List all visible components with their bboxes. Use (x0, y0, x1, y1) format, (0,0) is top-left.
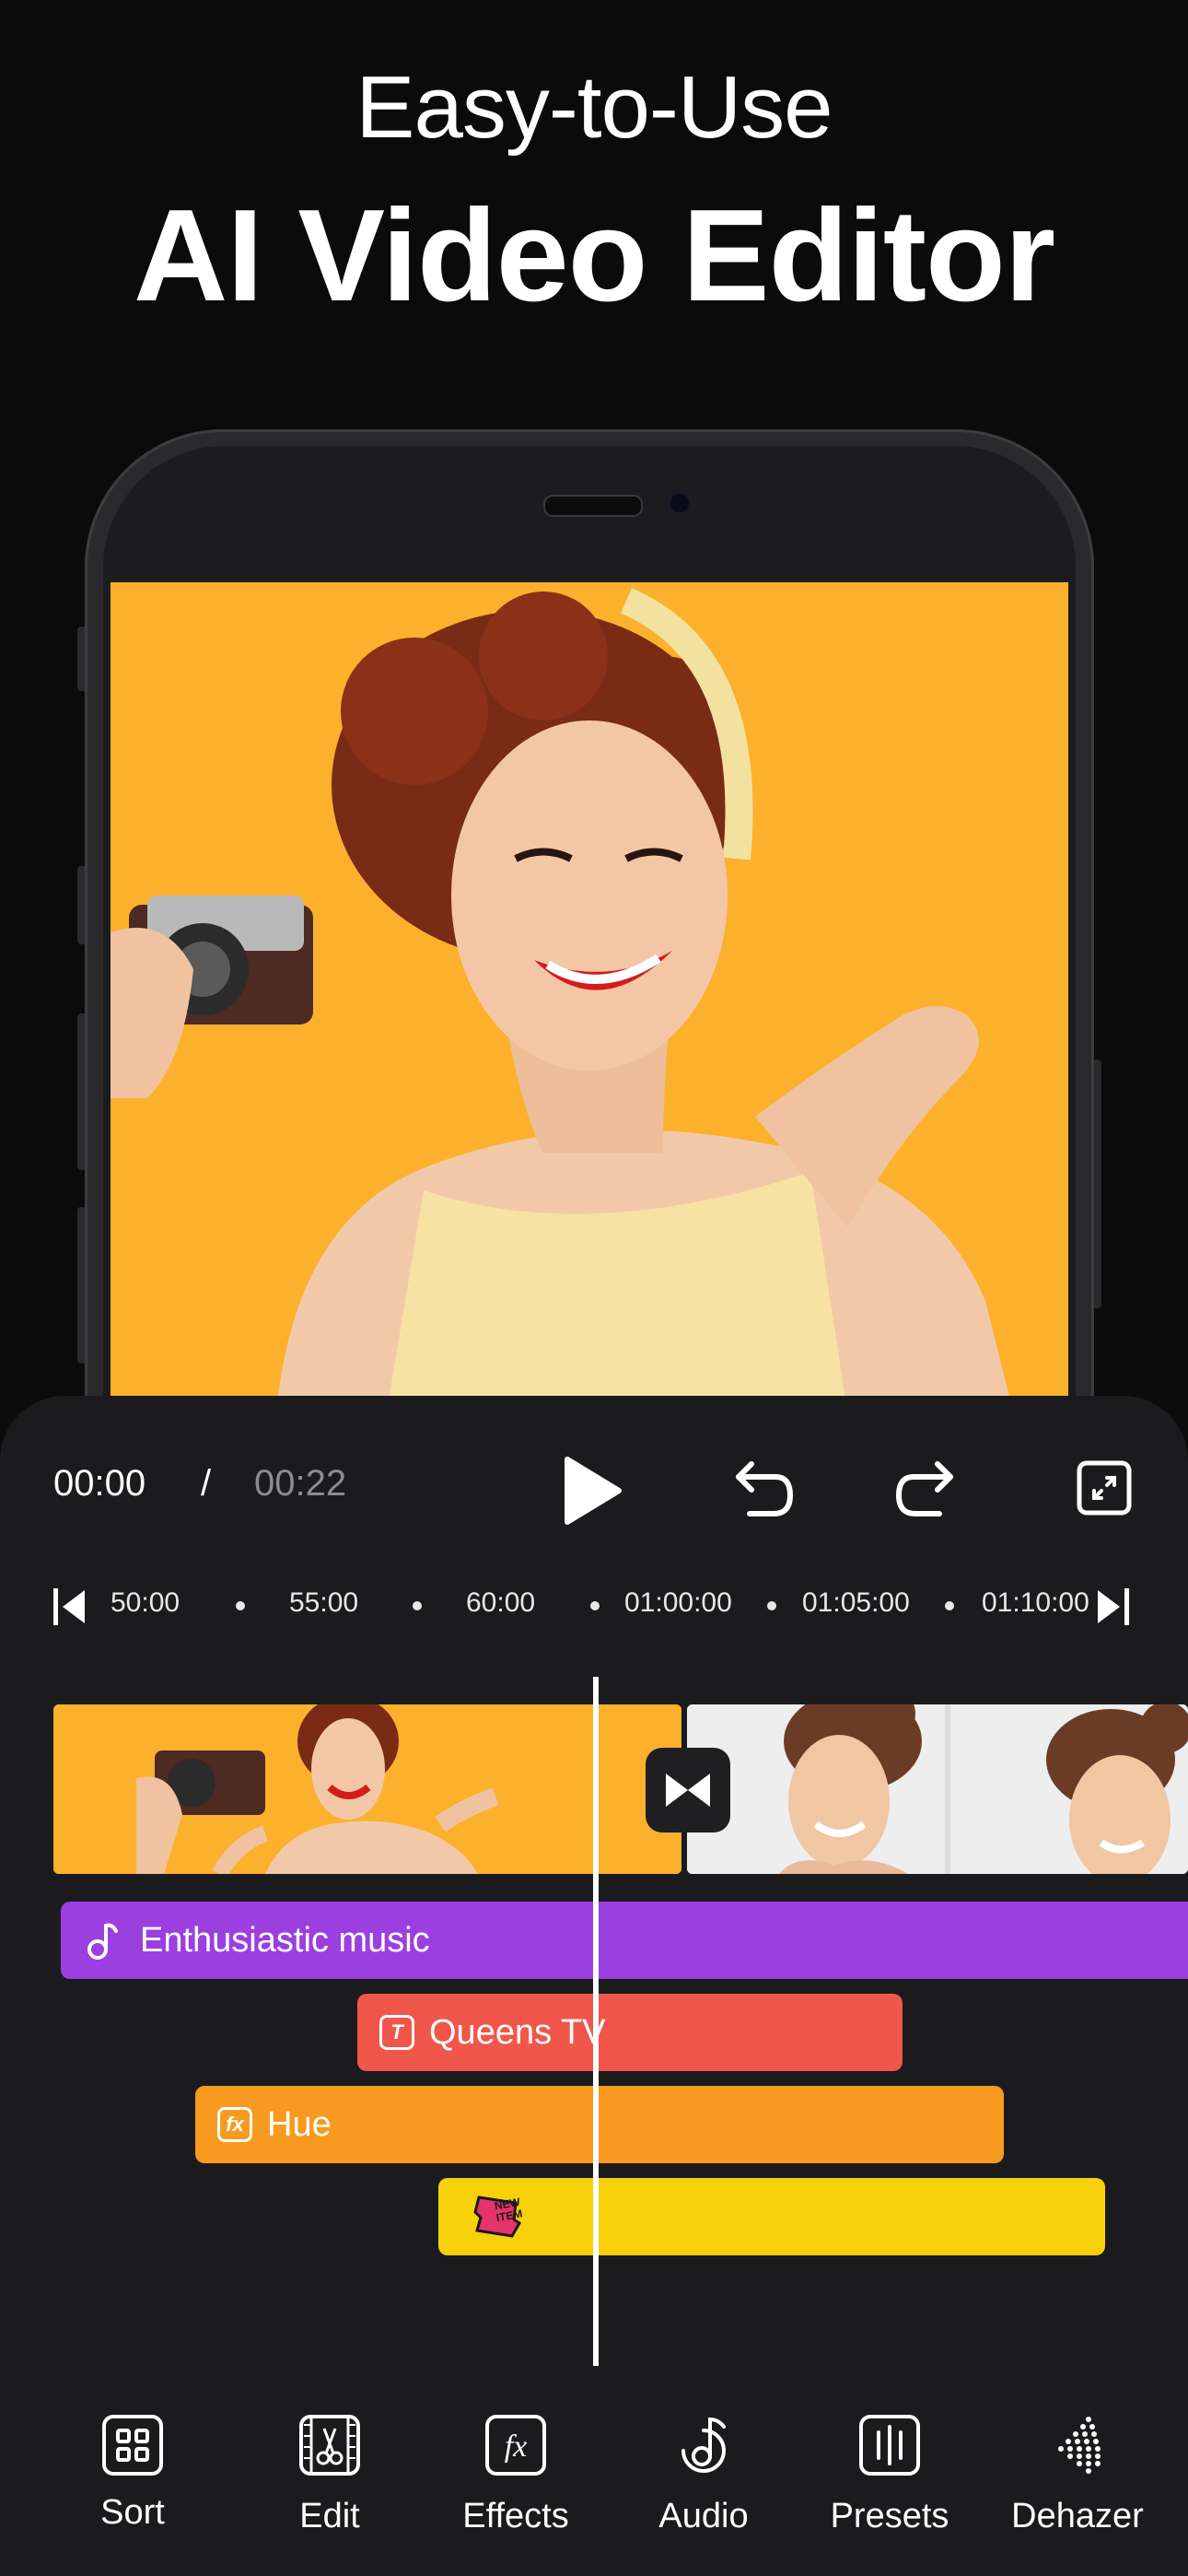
ruler-dot (590, 1601, 600, 1610)
dehazer-icon (1058, 2417, 1101, 2474)
fx-icon: fx (217, 2107, 252, 2142)
effect-track-label: Hue (267, 2104, 332, 2144)
ruler-dot (945, 1601, 954, 1610)
phone-speaker (543, 495, 643, 517)
current-time: 00:00 (53, 1463, 146, 1504)
ruler-tick-label: 01:05:00 (802, 1587, 910, 1618)
music-note-icon (87, 1923, 118, 1960)
play-button[interactable] (562, 1456, 623, 1526)
toolbar-label: Presets (830, 2497, 949, 2535)
skip-start-icon (53, 1588, 85, 1625)
ruler-dot (236, 1601, 245, 1610)
music-track[interactable]: Enthusiastic music (61, 1902, 1188, 1979)
fx-icon: fx (485, 2415, 546, 2476)
film-scissors-icon (299, 2415, 360, 2476)
text-track[interactable]: T Queens TV (357, 1994, 903, 2071)
effect-track[interactable]: fx Hue (195, 2086, 1004, 2163)
toolbar-label: Edit (299, 2497, 360, 2535)
toolbar-label: Audio (658, 2497, 749, 2535)
music-note-icon (681, 2417, 726, 2473)
undo-button[interactable] (731, 1458, 796, 1517)
presets-icon (859, 2415, 920, 2476)
grid-icon (102, 2415, 163, 2476)
skip-end-icon (1098, 1588, 1129, 1625)
toolbar-label: Dehazer (1011, 2497, 1144, 2535)
play-icon (565, 1457, 622, 1525)
music-track-label: Enthusiastic music (140, 1920, 430, 1960)
video-clip-thumbnail (53, 1704, 681, 1874)
skip-to-start-button[interactable] (52, 1587, 88, 1627)
skip-to-end-button[interactable] (1094, 1587, 1131, 1627)
video-clip-thumbnail (687, 1704, 1188, 1874)
phone-camera (670, 494, 689, 512)
toolbar-label: Effects (462, 2497, 569, 2535)
promo-subtitle: Easy-to-Use (355, 58, 833, 157)
undo-icon (736, 1461, 794, 1516)
video-preview-image (111, 582, 1068, 1411)
ruler-tick-label: 50:00 (111, 1587, 181, 1618)
redo-icon (895, 1461, 953, 1516)
playhead[interactable] (593, 1677, 599, 2366)
total-time: 00:22 (254, 1463, 347, 1504)
ruler-dot (413, 1601, 422, 1610)
video-clip[interactable] (53, 1704, 681, 1874)
video-clip[interactable] (687, 1704, 1188, 1874)
transition-button[interactable] (646, 1748, 730, 1832)
text-icon: T (379, 2015, 414, 2050)
time-separator: / (201, 1463, 212, 1504)
toolbar-label: Sort (100, 2493, 165, 2532)
svg-text:fx: fx (505, 2430, 528, 2464)
text-track-label: Queens TV (429, 2012, 606, 2052)
transition-icon (666, 1774, 710, 1807)
fullscreen-button[interactable] (1076, 1459, 1133, 1516)
ruler-tick-label: 60:00 (466, 1587, 536, 1618)
ruler-tick-label: 01:10:00 (982, 1587, 1089, 1618)
fullscreen-icon (1077, 1460, 1132, 1516)
ruler-tick-label: 55:00 (289, 1587, 359, 1618)
video-preview[interactable] (111, 582, 1068, 1411)
ruler-tick-label: 01:00:00 (624, 1587, 732, 1618)
ruler-dot (767, 1601, 776, 1610)
redo-button[interactable] (893, 1458, 958, 1517)
sticker-track[interactable]: NEW ITEM (438, 2178, 1105, 2255)
promo-title: AI Video Editor (133, 182, 1055, 329)
